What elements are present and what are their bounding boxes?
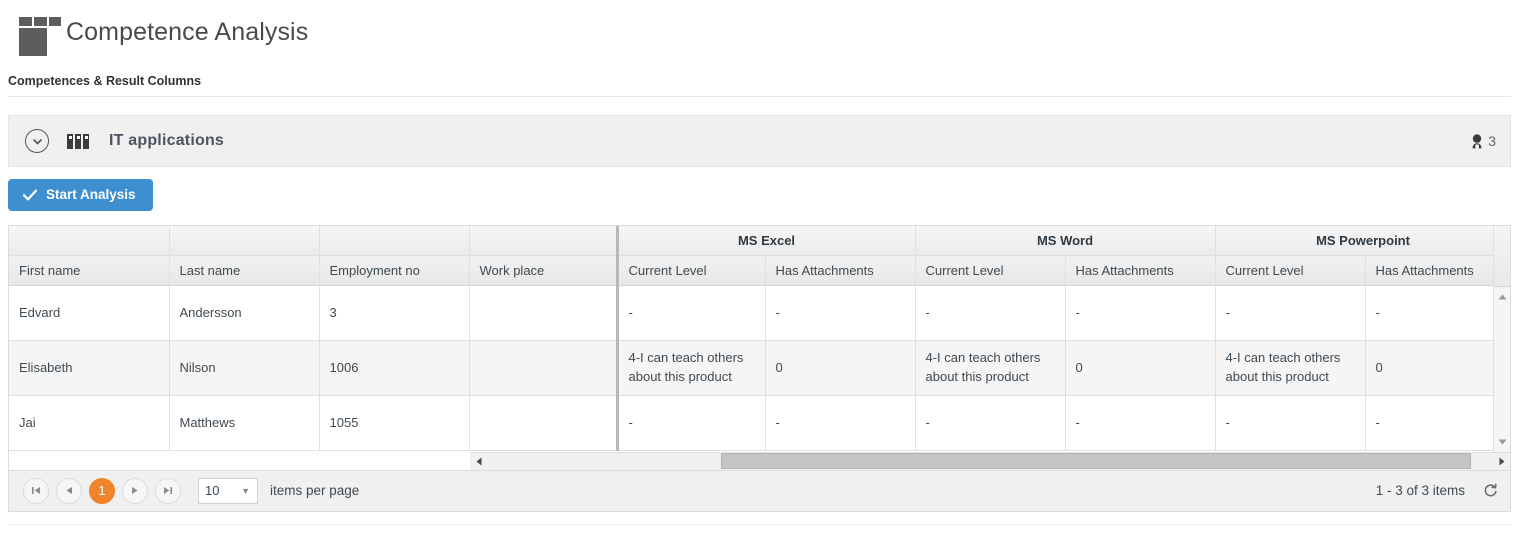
- cell-last-name: Nilson: [169, 340, 320, 396]
- scroll-down-icon[interactable]: [1494, 434, 1510, 450]
- cell-work-place: [469, 395, 618, 451]
- group-header-blank-3: [319, 225, 470, 256]
- check-icon: [23, 189, 37, 201]
- grid-pager: 1 10 ▼ items per page 1 - 3 of 3 items: [9, 469, 1510, 511]
- cell-last-name: Matthews: [169, 395, 320, 451]
- item-range-label: 1 - 3 of 3 items: [1375, 483, 1465, 498]
- cell-first-name: Edvard: [9, 285, 170, 341]
- cell-excel-current-level: -: [615, 395, 766, 451]
- page-title: Competence Analysis: [66, 17, 309, 46]
- cell-excel-current-level: -: [615, 285, 766, 341]
- grid-viewport: MS Excel MS Word MS Powerpoint First nam…: [9, 225, 1510, 452]
- cell-first-name: Elisabeth: [9, 340, 170, 396]
- group-header-blank-2: [169, 225, 320, 256]
- column-header-word-has-attachments[interactable]: Has Attachments: [1065, 255, 1216, 286]
- panel-header[interactable]: IT applications 3: [8, 115, 1511, 167]
- grid-horizontal-scrollbar[interactable]: [470, 451, 1510, 470]
- table-head: MS Excel MS Word MS Powerpoint First nam…: [9, 225, 1510, 286]
- cell-first-name: Jai: [9, 395, 170, 451]
- chevron-down-circle-icon[interactable]: [25, 129, 49, 153]
- page-header: Competence Analysis: [0, 0, 1519, 56]
- start-analysis-label: Start Analysis: [46, 187, 136, 202]
- competence-table: MS Excel MS Word MS Powerpoint First nam…: [9, 225, 1510, 451]
- column-header-excel-has-attachments[interactable]: Has Attachments: [765, 255, 916, 286]
- previous-page-icon[interactable]: [56, 477, 82, 504]
- column-header-ppt-current-level[interactable]: Current Level: [1215, 255, 1366, 286]
- table-row[interactable]: Jai Matthews 1055 - - - - - -: [9, 395, 1510, 451]
- group-header-row: MS Excel MS Word MS Powerpoint: [9, 225, 1510, 256]
- horizontal-scroll-track[interactable]: [487, 452, 1493, 470]
- column-header-work-place[interactable]: Work place: [469, 255, 618, 286]
- cell-excel-current-level: 4-I can teach others about this product: [615, 340, 766, 396]
- group-header-blank-4: [469, 225, 618, 256]
- table-row[interactable]: Edvard Andersson 3 - - - - - -: [9, 285, 1510, 341]
- column-header-word-current-level[interactable]: Current Level: [915, 255, 1066, 286]
- group-header-ms-excel: MS Excel: [615, 225, 916, 256]
- panel-title: IT applications: [109, 132, 225, 149]
- table-body: Edvard Andersson 3 - - - - - - Elisabeth…: [9, 285, 1510, 451]
- cell-word-has-attachments: -: [1065, 285, 1216, 341]
- people-count-value: 3: [1488, 133, 1496, 149]
- cell-work-place: [469, 285, 618, 341]
- items-per-page-label: items per page: [270, 483, 360, 498]
- column-header-excel-current-level[interactable]: Current Level: [615, 255, 766, 286]
- group-header-blank-1: [9, 225, 170, 256]
- vertical-scrollbar-header-spacer: [1494, 225, 1510, 287]
- cell-ppt-has-attachments: 0: [1365, 340, 1510, 396]
- cell-last-name: Andersson: [169, 285, 320, 341]
- refresh-icon[interactable]: [1483, 483, 1498, 498]
- column-header-first-name[interactable]: First name: [9, 255, 170, 286]
- cell-ppt-has-attachments: -: [1365, 395, 1510, 451]
- competence-grid: MS Excel MS Word MS Powerpoint First nam…: [8, 224, 1511, 512]
- cell-word-has-attachments: 0: [1065, 340, 1216, 396]
- horizontal-scroll-thumb[interactable]: [721, 453, 1471, 469]
- column-header-last-name[interactable]: Last name: [169, 255, 320, 286]
- next-page-icon[interactable]: [122, 477, 148, 504]
- scroll-right-icon[interactable]: [1493, 452, 1510, 470]
- cell-ppt-current-level: -: [1215, 285, 1366, 341]
- page-size-value: 10: [205, 483, 220, 498]
- scroll-up-icon[interactable]: [1494, 289, 1510, 305]
- grid-vertical-scrollbar[interactable]: [1493, 225, 1510, 452]
- pager-status: 1 - 3 of 3 items: [1376, 483, 1498, 498]
- cell-word-has-attachments: -: [1065, 395, 1216, 451]
- cell-word-current-level: 4-I can teach others about this product: [915, 340, 1066, 396]
- page-bottom-divider: [8, 523, 1511, 525]
- cell-employment-no: 1006: [319, 340, 470, 396]
- chevron-down-icon: ▼: [241, 485, 250, 496]
- column-header-row: First name Last name Employment no Work …: [9, 255, 1510, 286]
- cell-ppt-current-level: -: [1215, 395, 1366, 451]
- section-title: Competences & Result Columns: [8, 74, 202, 88]
- competence-panel: IT applications 3: [0, 97, 1519, 167]
- last-page-icon[interactable]: [155, 477, 181, 504]
- cell-ppt-has-attachments: -: [1365, 285, 1510, 341]
- cell-excel-has-attachments: -: [765, 285, 916, 341]
- toolbar: Start Analysis: [0, 167, 1519, 221]
- cell-word-current-level: -: [915, 395, 1066, 451]
- group-header-ms-word: MS Word: [915, 225, 1216, 256]
- cell-employment-no: 3: [319, 285, 470, 341]
- start-analysis-button[interactable]: Start Analysis: [8, 179, 153, 211]
- column-header-ppt-has-attachments[interactable]: Has Attachments: [1365, 255, 1510, 286]
- page-size-select[interactable]: 10 ▼: [198, 477, 258, 504]
- first-page-icon[interactable]: [23, 477, 49, 504]
- scroll-left-icon[interactable]: [470, 452, 487, 470]
- cell-employment-no: 1055: [319, 395, 470, 451]
- person-icon: [1470, 133, 1484, 149]
- column-header-employment-no[interactable]: Employment no: [319, 255, 470, 286]
- cell-excel-has-attachments: -: [765, 395, 916, 451]
- group-header-ms-powerpoint: MS Powerpoint: [1215, 225, 1510, 256]
- cell-work-place: [469, 340, 618, 396]
- panel-people-count: 3: [1470, 133, 1496, 149]
- servers-icon: [67, 133, 89, 149]
- cell-excel-has-attachments: 0: [765, 340, 916, 396]
- cell-ppt-current-level: 4-I can teach others about this product: [1215, 340, 1366, 396]
- cell-word-current-level: -: [915, 285, 1066, 341]
- grid-blocks-logo-icon: [10, 10, 61, 56]
- table-row[interactable]: Elisabeth Nilson 1006 4-I can teach othe…: [9, 340, 1510, 396]
- page-number-1-button[interactable]: 1: [89, 477, 115, 504]
